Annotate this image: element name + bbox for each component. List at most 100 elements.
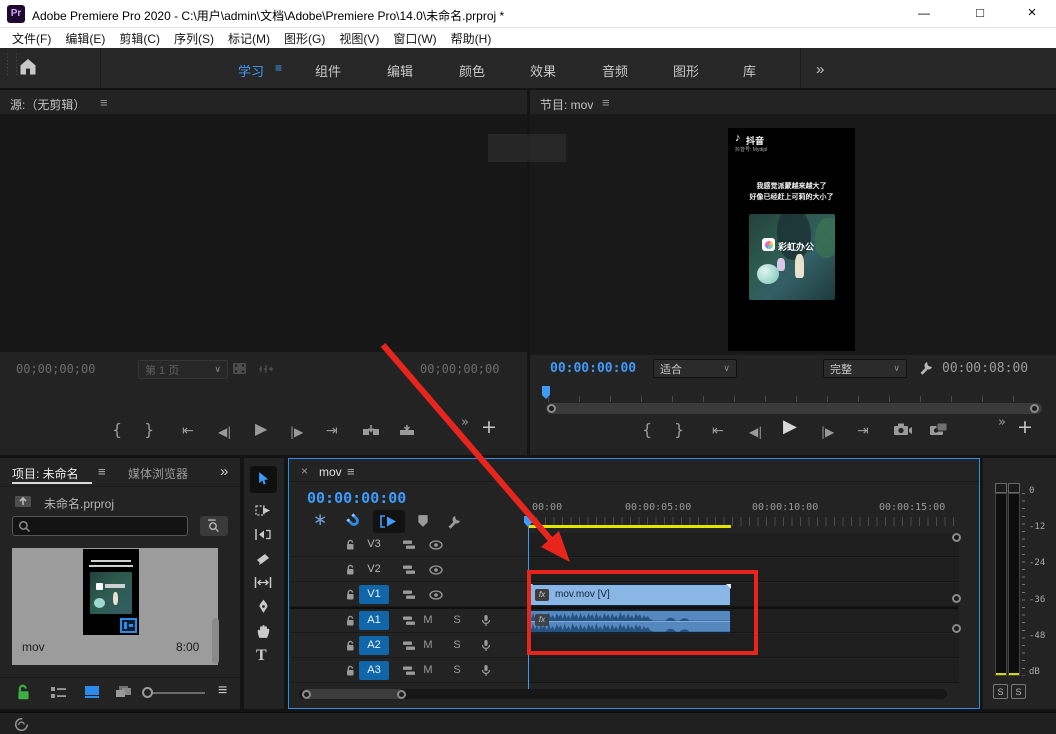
sync-lock-icon[interactable] xyxy=(402,615,416,627)
project-tabs-overflow-icon[interactable]: » xyxy=(220,463,228,480)
program-button-overflow-icon[interactable]: » xyxy=(998,416,1006,430)
slip-tool[interactable] xyxy=(254,576,272,589)
solo-button[interactable]: S xyxy=(450,664,464,676)
program-go-to-out-button[interactable]: ⇥ xyxy=(857,424,869,438)
workspace-overflow-icon[interactable]: » xyxy=(816,61,824,78)
thumbnail-zoom-slider-knob[interactable] xyxy=(142,687,153,698)
program-ruler-ticks[interactable] xyxy=(548,396,1040,402)
project-writable-lock-icon[interactable] xyxy=(16,684,31,700)
program-mark-out-button[interactable]: } xyxy=(674,423,684,437)
project-panel-menu-icon[interactable]: ≡ xyxy=(98,464,106,479)
mute-button[interactable]: M xyxy=(421,664,435,676)
track-target-a2[interactable]: A2 xyxy=(359,636,389,655)
tab-project[interactable]: 项目: 未命名 xyxy=(12,465,79,482)
lock-icon[interactable] xyxy=(345,665,356,677)
source-insert-icon[interactable] xyxy=(362,424,380,438)
selection-tool[interactable] xyxy=(250,466,277,493)
program-resolution-select[interactable]: 完整∨ xyxy=(823,359,907,378)
menu-markers[interactable]: 标记(M) xyxy=(228,30,270,47)
menu-window[interactable]: 窗口(W) xyxy=(393,30,436,47)
source-play-button[interactable]: ▶ xyxy=(255,422,267,436)
search-input[interactable] xyxy=(12,516,188,536)
sync-lock-icon[interactable] xyxy=(402,665,416,677)
film-strip-icon[interactable] xyxy=(232,362,247,375)
tab-audio[interactable]: 音频 xyxy=(602,61,628,80)
program-mark-in-button[interactable]: { xyxy=(642,423,652,437)
search-bin-button[interactable] xyxy=(200,516,228,536)
sync-lock-icon[interactable] xyxy=(402,589,416,601)
program-step-forward-button[interactable]: |▶ xyxy=(821,425,834,439)
menu-view[interactable]: 视图(V) xyxy=(339,30,379,47)
timeline-current-timecode[interactable]: 00:00:00:00 xyxy=(307,489,406,507)
source-panel-menu-icon[interactable]: ≡ xyxy=(100,95,108,110)
tab-learning[interactable]: 学习 xyxy=(238,61,264,80)
project-clip-item[interactable]: mov 8:00 xyxy=(12,548,218,665)
project-scrollbar-thumb[interactable] xyxy=(212,618,219,664)
lock-icon[interactable] xyxy=(345,589,356,601)
timeline-tab-label[interactable]: mov xyxy=(319,465,342,479)
pen-tool[interactable] xyxy=(257,599,270,614)
tab-effects[interactable]: 效果 xyxy=(530,61,556,80)
hand-tool[interactable] xyxy=(256,624,271,639)
tab-editing[interactable]: 编辑 xyxy=(387,61,413,80)
track-height-handle-a1[interactable] xyxy=(952,594,961,603)
source-go-to-in-button[interactable]: ⇤ xyxy=(182,424,194,438)
source-step-back-button[interactable]: ◀| xyxy=(218,425,231,439)
tab-color[interactable]: 颜色 xyxy=(459,61,485,80)
track-target-v2[interactable]: V2 xyxy=(359,560,389,579)
sync-lock-icon[interactable] xyxy=(402,564,416,576)
program-scrollbar-left-handle[interactable] xyxy=(547,404,556,413)
lock-icon[interactable] xyxy=(345,564,356,576)
sync-lock-icon[interactable] xyxy=(402,640,416,652)
program-scrollbar-track[interactable] xyxy=(546,403,1042,414)
tab-assembly[interactable]: 组件 xyxy=(315,61,341,80)
program-current-timecode[interactable]: 00:00:00:00 xyxy=(550,361,636,376)
program-step-back-button[interactable]: ◀| xyxy=(749,425,762,439)
track-output-eye-icon[interactable] xyxy=(429,565,443,575)
track-select-forward-tool[interactable] xyxy=(255,504,272,517)
program-settings-wrench-icon[interactable] xyxy=(919,360,934,375)
linked-selection-button[interactable] xyxy=(373,510,405,533)
timeline-tab-close-icon[interactable]: × xyxy=(301,464,308,478)
timeline-hscroll-segment[interactable] xyxy=(302,689,404,699)
program-scrollbar-right-handle[interactable] xyxy=(1030,404,1039,413)
source-button-overflow-icon[interactable]: » xyxy=(461,416,469,430)
menu-sequence[interactable]: 序列(S) xyxy=(174,30,214,47)
track-lane-a3[interactable] xyxy=(528,659,959,683)
minimize-button[interactable]: — xyxy=(900,0,948,28)
type-tool[interactable]: T xyxy=(256,647,267,665)
ripple-edit-tool[interactable] xyxy=(254,528,272,541)
program-panel-menu-icon[interactable]: ≡ xyxy=(602,95,610,110)
menu-help[interactable]: 帮助(H) xyxy=(451,30,492,47)
meter-solo-right-button[interactable]: S xyxy=(1011,684,1026,699)
source-mark-in-button[interactable]: { xyxy=(112,423,122,437)
menu-edit[interactable]: 编辑(E) xyxy=(65,30,105,47)
creative-cloud-sync-icon[interactable] xyxy=(14,717,29,732)
voiceover-mic-icon[interactable] xyxy=(481,639,491,653)
home-icon[interactable] xyxy=(18,57,38,77)
program-zoom-select[interactable]: 适合∨ xyxy=(653,359,737,378)
source-add-button[interactable]: + xyxy=(481,420,497,434)
track-output-eye-icon[interactable] xyxy=(429,590,443,600)
solo-button[interactable]: S xyxy=(450,614,464,626)
source-settings-icon[interactable] xyxy=(258,362,274,375)
track-output-eye-icon[interactable] xyxy=(429,540,443,550)
source-go-to-out-button[interactable]: ⇥ xyxy=(326,424,338,438)
maximize-button[interactable]: □ xyxy=(956,0,1004,28)
track-target-v3[interactable]: V3 xyxy=(359,535,389,554)
nest-toggle-icon[interactable]: ∗ xyxy=(313,511,327,528)
mute-button[interactable]: M xyxy=(421,614,435,626)
tab-libraries[interactable]: 库 xyxy=(743,61,756,80)
icon-view-icon[interactable] xyxy=(84,685,100,699)
track-height-handle-video[interactable] xyxy=(952,533,961,542)
comparison-view-icon[interactable] xyxy=(929,422,948,437)
timeline-panel-menu-icon[interactable]: ≡ xyxy=(347,464,355,479)
navigate-up-icon[interactable] xyxy=(14,494,32,509)
source-overwrite-icon[interactable] xyxy=(398,424,416,438)
track-target-v1[interactable]: V1 xyxy=(359,585,389,604)
add-marker-icon[interactable] xyxy=(417,514,429,528)
sync-lock-icon[interactable] xyxy=(402,539,416,551)
razor-tool[interactable] xyxy=(255,552,271,565)
mute-button[interactable]: M xyxy=(421,639,435,651)
work-area-bar[interactable] xyxy=(528,525,731,528)
